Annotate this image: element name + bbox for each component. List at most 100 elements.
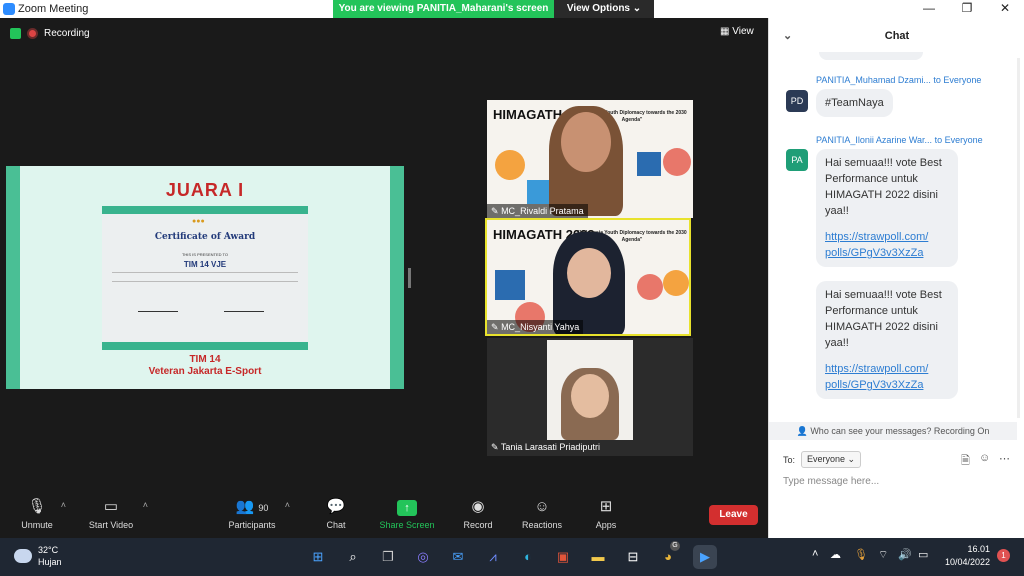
apps-button[interactable]: ⊞ Apps [592, 498, 620, 530]
video-tile[interactable]: ✎ Tania Larasati Priadiputri [487, 338, 693, 456]
teams-chat-icon[interactable]: ◎ [411, 545, 435, 569]
windows-start-icon[interactable]: ⊞ [306, 545, 330, 569]
chevron-up-icon[interactable]: ˄ [285, 500, 290, 510]
start-video-button[interactable]: ▭ ˄ Start Video [84, 498, 148, 530]
chevron-up-icon[interactable]: ˄ [812, 548, 818, 560]
chat-panel: ⌄ Chat PD PANITIA_Muhamad Dzami... to Ev… [768, 18, 1024, 538]
file-explorer-icon[interactable]: ▬ [586, 545, 610, 569]
poll-link[interactable]: https://strawpoll.com/polls/GPgV3v3XzZa [825, 231, 928, 259]
message-input[interactable]: Type message here... [783, 476, 879, 487]
zoom-app-icon [3, 3, 15, 15]
record-button[interactable]: ◉ Record [460, 498, 496, 530]
slide-heading: JUARA I [165, 180, 245, 200]
chat-scrollbar[interactable] [1017, 58, 1020, 418]
security-shield-icon[interactable] [10, 28, 21, 39]
chrome-icon[interactable]: ◕ G [656, 541, 680, 569]
unmute-button[interactable]: 🎙 ˄ Unmute [18, 498, 66, 530]
mail-icon[interactable]: ✉ [446, 545, 470, 569]
zoom-taskbar-icon[interactable]: ▶ [693, 545, 717, 569]
people-icon: 👤 [796, 426, 808, 436]
chat-icon: 💬 [326, 498, 346, 515]
sender-name[interactable]: PANITIA_Ilonii Azarine War... [816, 135, 932, 145]
store-icon[interactable]: ⊟ [621, 545, 645, 569]
m365-icon[interactable]: ⩘ [481, 545, 505, 569]
weather-rain-icon [14, 549, 32, 563]
split-drag-handle[interactable] [408, 268, 411, 288]
weather-widget[interactable]: 32°C Hujan [14, 544, 62, 568]
reactions-button[interactable]: ☺ Reactions [518, 498, 566, 530]
signature-left [138, 294, 178, 312]
participant-name: ✎ MC_Rivaldi Pratama [487, 204, 588, 218]
message-sender: PANITIA_Muhamad Dzami... to Everyone [816, 75, 981, 85]
participants-button[interactable]: 👥 90 ˄ Participants [224, 498, 290, 530]
restore-button[interactable]: ❐ [952, 1, 982, 17]
signature-right [224, 294, 264, 312]
share-screen-label: Share Screen [379, 520, 435, 530]
share-screen-icon: ↑ [376, 498, 438, 516]
search-icon[interactable]: ⌕ [341, 545, 365, 569]
chevron-down-icon[interactable]: ⌄ [783, 18, 792, 54]
record-label: Record [463, 520, 493, 530]
decor-square [495, 270, 525, 300]
participants-label: Participants [228, 520, 276, 530]
chrome-profile-badge: G [670, 541, 680, 551]
certificate-logos-icon: ●●● [192, 218, 205, 225]
certificate-recipient: TIM 14 VJE [183, 260, 227, 269]
apps-icon: ⊞ [599, 498, 613, 515]
participants-count: 90 [258, 503, 269, 513]
sender-name[interactable]: PANITIA_Muhamad Dzami... [816, 75, 931, 85]
onedrive-icon[interactable]: ☁ [830, 548, 841, 561]
certificate-title: Certificate of Award [154, 232, 256, 242]
view-label: View [732, 26, 754, 37]
decor-circle [663, 270, 689, 296]
viewing-screen-banner: You are viewing PANITIA_Maharani's scree… [333, 0, 554, 18]
avatar: PA [786, 149, 808, 171]
video-tile[interactable]: HIMAGATH 2022 "Indonesia Youth Diplomacy… [487, 100, 693, 218]
volume-icon[interactable]: 🔊 [898, 548, 912, 561]
minimize-button[interactable]: — [914, 1, 944, 17]
message-visibility-notice[interactable]: 👤 Who can see your messages? Recording O… [769, 422, 1017, 440]
participants-icon: 👥 90 [235, 498, 269, 515]
windows-taskbar: 32°C Hujan ⊞ ⌕ ❐ ◎ ✉ ⩘ ◐ ▣ ▬ ⊟ ◕ G ▶ ˄ ☁ 🎙… [0, 538, 1024, 576]
view-button[interactable]: ▦ View [720, 26, 754, 37]
shared-screen: JUARA I ●●● Certificate of Award THIS IS… [6, 166, 404, 389]
team-caption: TIM 14 Veteran Jakarta E-Sport [20, 354, 390, 378]
participant-name-text: MC_Rivaldi Pratama [501, 206, 584, 216]
more-icon[interactable]: ⋯ [999, 452, 1010, 465]
task-view-icon[interactable]: ❐ [376, 545, 400, 569]
record-icon: ◉ [471, 498, 485, 515]
share-screen-button[interactable]: ↑ Share Screen [376, 498, 438, 530]
microphone-icon[interactable]: 🎙 [854, 548, 868, 561]
chat-button[interactable]: 💬 Chat [322, 498, 350, 530]
chat-label: Chat [326, 520, 346, 530]
recipient-dropdown[interactable]: Everyone ⌄ [801, 451, 862, 468]
temperature: 32°C [38, 545, 59, 555]
participant-name: ✎ Tania Larasati Priadiputri [487, 440, 604, 454]
presented-to-text: THIS IS PRESENTED TO [181, 252, 229, 257]
clock-date: 10/04/2022 [944, 557, 990, 567]
avatar: PD [786, 90, 808, 112]
battery-icon[interactable]: ▭ [918, 548, 928, 561]
participant-face [571, 374, 609, 418]
chevron-up-icon[interactable]: ˄ [61, 500, 66, 510]
office-icon[interactable]: ▣ [551, 545, 575, 569]
recording-label: Recording [44, 28, 90, 39]
participant-name-text: MC_Nisyanti Yahya [501, 322, 580, 332]
decor-square [637, 152, 661, 176]
emoji-icon[interactable]: ☺ [979, 452, 990, 464]
participant-face [561, 112, 611, 172]
poll-link[interactable]: https://strawpoll.com/polls/GPgV3v3XzZa [825, 363, 928, 391]
reactions-label: Reactions [521, 520, 563, 530]
video-tile-active-speaker[interactable]: HIMAGATH 2022 "Indonesia Youth Diplomacy… [485, 218, 691, 336]
taskbar-clock[interactable]: 16.01 10/04/2022 [942, 543, 990, 569]
wifi-icon[interactable]: ⌔ [878, 548, 888, 562]
edge-icon[interactable]: ◐ [516, 545, 540, 569]
leave-button[interactable]: Leave [709, 505, 758, 525]
chevron-up-icon[interactable]: ˄ [143, 500, 148, 510]
notification-badge[interactable]: 1 [997, 549, 1010, 562]
chat-header: ⌄ Chat [769, 18, 1024, 54]
view-options-button[interactable]: View Options ⌄ [554, 0, 654, 18]
file-icon[interactable]: 🗎 [961, 452, 970, 471]
close-button[interactable]: ✕ [990, 1, 1020, 17]
previous-message-bubble [819, 52, 923, 60]
